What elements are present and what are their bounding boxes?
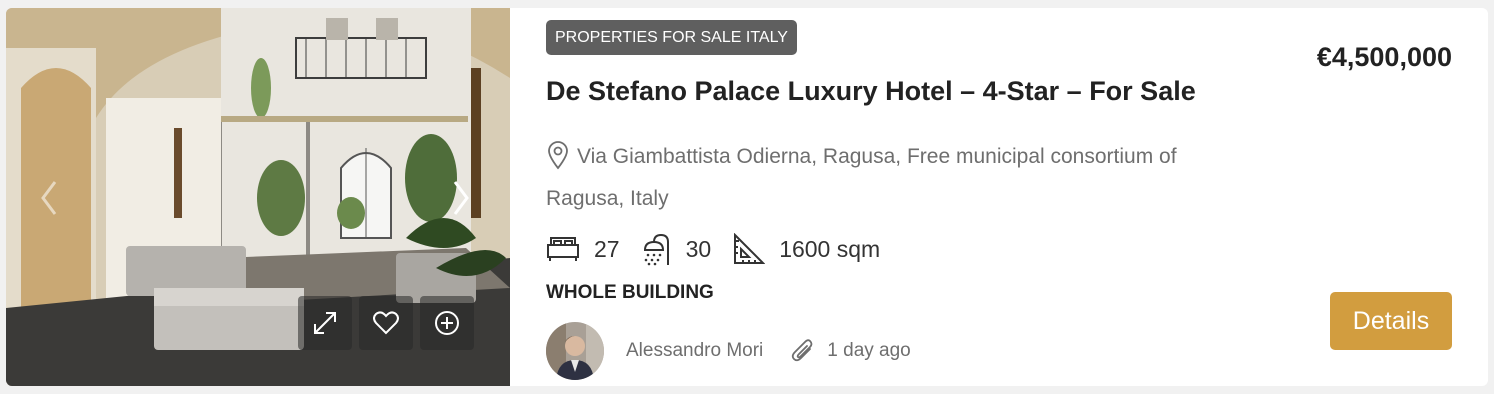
shower-icon (643, 233, 669, 266)
bathrooms-feature: 30 (642, 232, 712, 266)
add-to-compare-button[interactable] (420, 296, 474, 350)
bed-icon (547, 237, 579, 261)
category-tag[interactable]: PROPERTIES FOR SALE ITALY (546, 20, 797, 55)
plus-circle-icon (435, 311, 459, 335)
address-line-2: Ragusa, Italy (546, 187, 669, 210)
address-text: Via Giambattista Odierna, Ragusa, Free m… (546, 136, 1177, 220)
property-photo[interactable] (6, 8, 510, 386)
heart-icon (373, 311, 399, 335)
bedrooms-count: 27 (594, 235, 620, 262)
photo-prev-arrow[interactable] (34, 173, 64, 223)
ruler-triangle-icon (734, 233, 766, 264)
paperclip-icon (792, 339, 813, 362)
chevron-right-icon (453, 181, 469, 215)
features-row: 27 30 1600 sqm (546, 230, 902, 268)
posted-time: 1 day ago (827, 340, 911, 361)
listing-title[interactable]: De Stefano Palace Luxury Hotel – 4-Star … (546, 76, 1196, 107)
favorite-button[interactable] (359, 296, 413, 350)
agent-row: Alessandro Mori 1 day ago (546, 322, 911, 380)
listing-price: €4,500,000 (1316, 42, 1452, 72)
area-feature: 1600 sqm (733, 233, 880, 265)
chevron-left-icon (41, 181, 57, 215)
expand-icon (314, 312, 336, 334)
area-value: 1600 sqm (779, 235, 881, 262)
address-line-1: Via Giambattista Odierna, Ragusa, Free m… (577, 145, 1177, 168)
address: Via Giambattista Odierna, Ragusa, Free m… (546, 136, 1266, 220)
map-pin-icon (548, 141, 568, 170)
listing-content: PROPERTIES FOR SALE ITALY €4,500,000 De … (510, 8, 1488, 386)
bathrooms-count: 30 (685, 235, 712, 262)
expand-photo-button[interactable] (298, 296, 352, 350)
bedrooms-feature: 27 (546, 235, 620, 263)
property-type: WHOLE BUILDING (546, 282, 714, 303)
details-button[interactable]: Details (1330, 292, 1452, 350)
agent-avatar[interactable] (546, 322, 604, 380)
photo-next-arrow[interactable] (446, 173, 476, 223)
property-card: PROPERTIES FOR SALE ITALY €4,500,000 De … (6, 8, 1488, 386)
agent-name[interactable]: Alessandro Mori (626, 340, 763, 362)
